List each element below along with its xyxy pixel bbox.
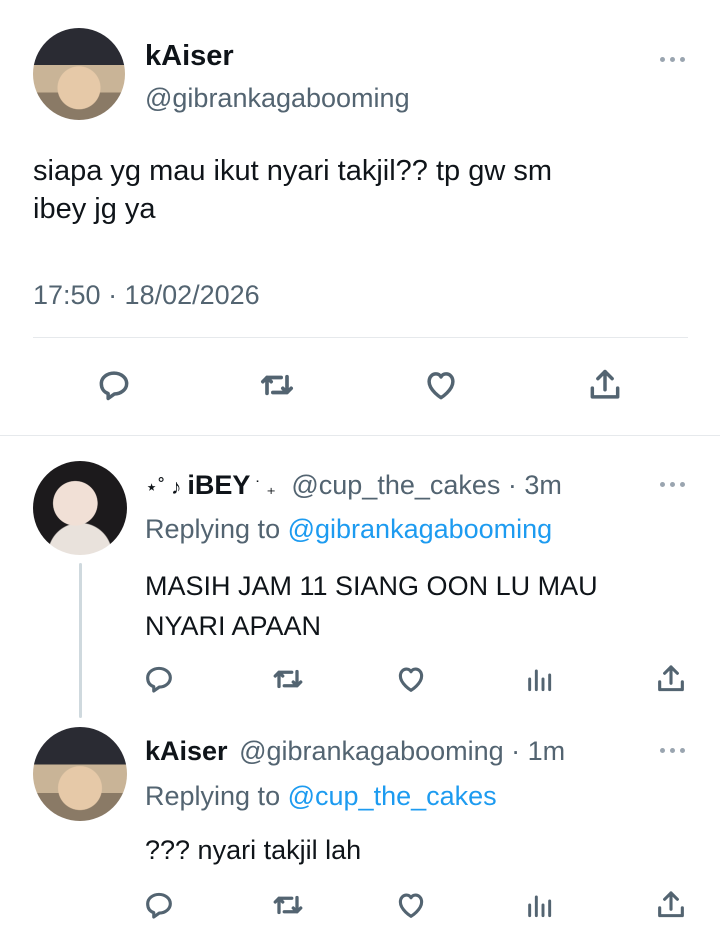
author-name[interactable]: ⋆˚ ♪ iBEY ˙ ₊ bbox=[145, 470, 276, 500]
replying-to: Replying to @cup_the_cakes bbox=[145, 781, 497, 812]
share-button[interactable] bbox=[585, 365, 625, 405]
tweet-text-line: ibey jg ya bbox=[33, 193, 156, 225]
share-icon bbox=[658, 891, 684, 918]
views-icon bbox=[528, 895, 552, 918]
author-handle-time[interactable]: @gibrankagabooming · 1m bbox=[239, 736, 565, 766]
retweet-icon bbox=[273, 669, 303, 689]
name-main: iBEY bbox=[187, 470, 251, 500]
replying-to-handle[interactable]: @gibrankagabooming bbox=[288, 514, 553, 544]
replying-to-label: Replying to bbox=[145, 781, 281, 811]
author-handle-time[interactable]: @cup_the_cakes · 3m bbox=[291, 470, 562, 500]
reply-text-line: MASIH JAM 11 SIANG OON LU MAU bbox=[145, 571, 598, 601]
tweet-text: siapa yg mau ikut nyari takjil?? tp gw s… bbox=[33, 152, 552, 228]
divider bbox=[0, 435, 720, 436]
reply-header: kAiser @gibrankagabooming · 1m bbox=[145, 736, 565, 767]
retweet-icon bbox=[273, 895, 303, 915]
avatar[interactable] bbox=[33, 727, 127, 821]
more-icon[interactable] bbox=[660, 480, 690, 488]
share-button[interactable] bbox=[651, 659, 691, 699]
like-icon bbox=[398, 893, 424, 918]
avatar[interactable] bbox=[33, 461, 127, 555]
replying-to-label: Replying to bbox=[145, 514, 281, 544]
views-button[interactable] bbox=[519, 659, 559, 699]
share-button[interactable] bbox=[651, 885, 691, 925]
tweet-text-line: siapa yg mau ikut nyari takjil?? tp gw s… bbox=[33, 155, 552, 187]
like-button[interactable] bbox=[421, 365, 461, 405]
reply-text-line: NYARI APAAN bbox=[145, 611, 322, 641]
share-icon bbox=[658, 665, 684, 692]
reply-button[interactable] bbox=[94, 365, 134, 405]
reply-icon bbox=[146, 666, 172, 693]
name-decoration: ⋆˚ ♪ bbox=[145, 476, 188, 499]
author-name[interactable]: kAiser bbox=[145, 736, 228, 766]
views-button[interactable] bbox=[519, 885, 559, 925]
reply-button[interactable] bbox=[139, 659, 179, 699]
name-decoration: ˙ ₊ bbox=[250, 478, 276, 498]
reply-icon bbox=[99, 371, 129, 401]
retweet-button[interactable] bbox=[257, 365, 297, 405]
reply-text: ??? nyari takjil lah bbox=[145, 835, 362, 865]
views-icon bbox=[528, 669, 552, 692]
like-button[interactable] bbox=[391, 885, 431, 925]
thread-connector bbox=[79, 563, 82, 718]
author-name[interactable]: kAiser bbox=[145, 40, 234, 73]
divider bbox=[33, 337, 688, 338]
replying-to-handle[interactable]: @cup_the_cakes bbox=[288, 781, 497, 811]
more-icon[interactable] bbox=[660, 55, 690, 63]
reply-icon bbox=[146, 892, 172, 919]
like-icon bbox=[427, 372, 455, 400]
retweet-icon bbox=[261, 374, 293, 396]
share-icon bbox=[590, 369, 620, 399]
like-icon bbox=[398, 667, 424, 692]
avatar[interactable] bbox=[33, 28, 125, 120]
author-handle[interactable]: @gibrankagabooming bbox=[145, 83, 410, 114]
replying-to: Replying to @gibrankagabooming bbox=[145, 514, 552, 545]
tweet-timestamp[interactable]: 17:50 · 18/02/2026 bbox=[33, 280, 260, 311]
reply-button[interactable] bbox=[139, 885, 179, 925]
reply-header: ⋆˚ ♪ iBEY ˙ ₊ @cup_the_cakes · 3m bbox=[145, 470, 562, 501]
retweet-button[interactable] bbox=[268, 885, 308, 925]
more-icon[interactable] bbox=[660, 746, 690, 754]
like-button[interactable] bbox=[391, 659, 431, 699]
reply-text: MASIH JAM 11 SIANG OON LU MAU NYARI APAA… bbox=[145, 566, 598, 646]
retweet-button[interactable] bbox=[268, 659, 308, 699]
